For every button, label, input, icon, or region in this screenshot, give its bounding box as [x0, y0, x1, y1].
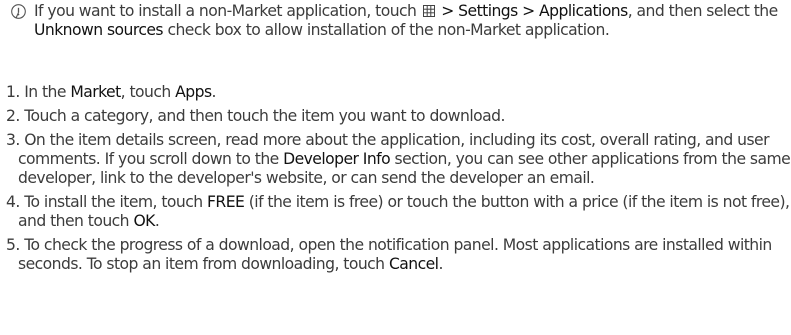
- settings-path: > Settings > Applications: [441, 2, 628, 20]
- step-5: 5. To check the progress of a download, …: [6, 236, 791, 274]
- step-number: 2.: [6, 107, 20, 125]
- step-text: Touch a category, and then touch the ite…: [24, 107, 505, 125]
- note-paragraph: If you want to install a non-Market appl…: [10, 2, 790, 40]
- unknown-sources-label: Unknown sources: [34, 21, 164, 39]
- step-2: 2. Touch a category, and then touch the …: [6, 107, 791, 126]
- step-number: 3.: [6, 131, 20, 149]
- step-4: 4. To install the item, touch FREE (if t…: [6, 193, 791, 231]
- step-text: .: [211, 83, 217, 101]
- menu-grid-icon: [422, 5, 435, 17]
- step-1: 1. In the Market, touch Apps.: [6, 83, 791, 102]
- ok-label: OK: [133, 212, 155, 230]
- cancel-label: Cancel: [388, 255, 439, 273]
- step-number: 1.: [6, 83, 20, 101]
- note-text-post: check box to allow installation of the n…: [167, 21, 610, 39]
- step-text: To install the item, touch: [24, 193, 203, 211]
- step-3: 3. On the item details screen, read more…: [6, 131, 791, 188]
- apps-label: Apps: [175, 83, 212, 101]
- note-text-pre: If you want to install a non-Market appl…: [34, 2, 417, 20]
- step-number: 5.: [6, 236, 20, 254]
- step-text: .: [154, 212, 160, 230]
- developer-info-label: Developer Info: [283, 150, 391, 168]
- steps-list: 1. In the Market, touch Apps. 2. Touch a…: [6, 83, 791, 279]
- step-text: In the: [24, 83, 66, 101]
- step-text: , touch: [120, 83, 172, 101]
- free-label: FREE: [207, 193, 245, 211]
- step-text: .: [438, 255, 443, 273]
- info-note-icon: [11, 4, 26, 19]
- step-number: 4.: [6, 193, 20, 211]
- note-text-mid: , and then select the: [627, 2, 779, 20]
- market-label: Market: [70, 83, 121, 101]
